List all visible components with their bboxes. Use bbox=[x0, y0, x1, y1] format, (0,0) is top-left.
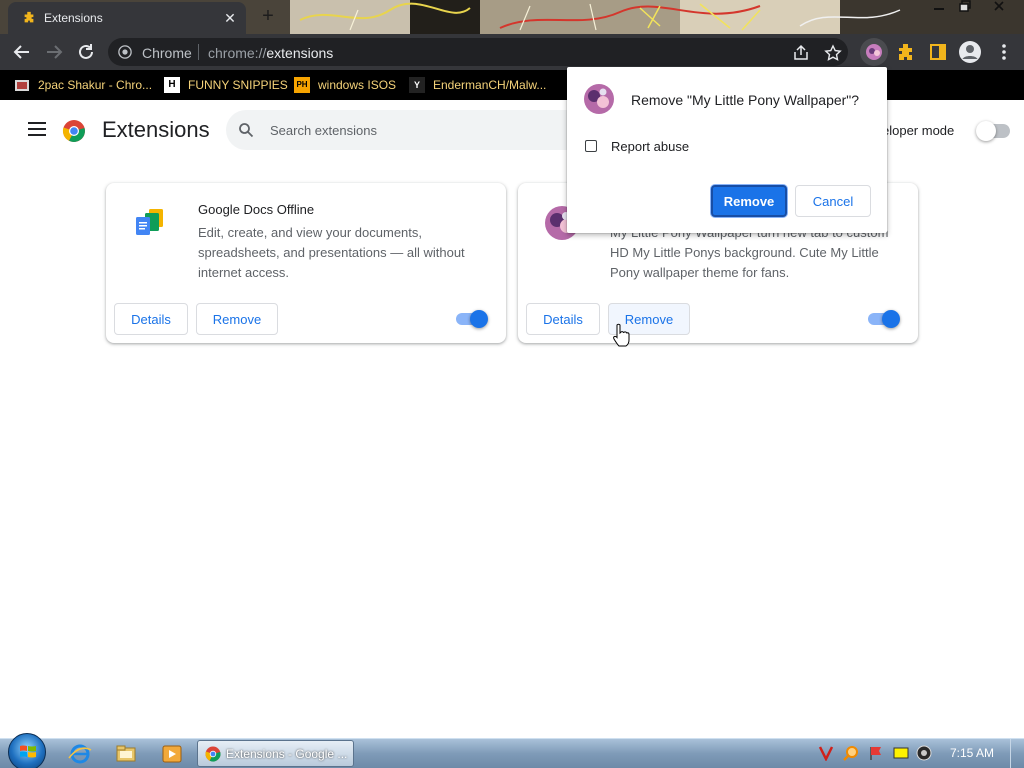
windows-isos-icon: PH bbox=[294, 77, 310, 93]
toggle-knob bbox=[470, 310, 488, 328]
dialog-remove-button[interactable]: Remove bbox=[711, 185, 787, 217]
extension-description: Edit, create, and view your documents, s… bbox=[198, 225, 465, 280]
details-button[interactable]: Details bbox=[526, 303, 600, 335]
bookmark-label: 2pac Shakur - Chro... bbox=[38, 78, 153, 92]
funny-snippies-icon: H bbox=[164, 77, 180, 93]
close-icon bbox=[994, 1, 1004, 11]
internet-explorer-icon[interactable] bbox=[60, 742, 100, 766]
bookmark-label: windows ISOS bbox=[318, 78, 397, 92]
browser-toolbar: Chrome chrome://extensions bbox=[0, 34, 1024, 70]
back-icon[interactable] bbox=[10, 40, 34, 64]
report-abuse-label[interactable]: Report abuse bbox=[611, 139, 689, 154]
my-little-pony-icon bbox=[584, 84, 614, 114]
window-close-button[interactable] bbox=[986, 0, 1012, 18]
minimize-icon bbox=[934, 8, 944, 10]
search-input[interactable] bbox=[270, 120, 570, 140]
2pac-bookmark-icon bbox=[15, 80, 29, 91]
url-path: extensions bbox=[266, 45, 334, 61]
site-label: Chrome bbox=[142, 45, 192, 61]
tab-title: Extensions bbox=[44, 11, 103, 25]
remove-button[interactable]: Remove bbox=[196, 303, 278, 335]
endermanch-icon: Y bbox=[409, 77, 425, 93]
taskbar-window-label: Extensions - Google ... bbox=[226, 747, 348, 761]
pony-extension-button[interactable] bbox=[860, 38, 888, 66]
developer-mode-label: eloper mode bbox=[882, 123, 955, 138]
tab-extensions[interactable]: Extensions ✕ bbox=[8, 2, 246, 34]
puzzle-icon bbox=[24, 11, 34, 23]
extension-name: Google Docs Offline bbox=[198, 202, 315, 217]
bookmark-label: FUNNY SNIPPIES bbox=[188, 78, 288, 92]
search-extensions-box[interactable] bbox=[226, 110, 586, 150]
restore-icon bbox=[959, 0, 971, 12]
reload-icon[interactable] bbox=[74, 40, 98, 64]
message-tray-icon[interactable] bbox=[893, 745, 909, 761]
media-player-icon[interactable] bbox=[152, 742, 192, 766]
new-tab-button[interactable]: + bbox=[256, 6, 280, 28]
pony-extension-icon bbox=[866, 44, 882, 60]
forward-icon[interactable] bbox=[42, 40, 66, 64]
profile-avatar-icon[interactable] bbox=[958, 40, 982, 64]
bookmark-star-icon[interactable] bbox=[824, 44, 842, 62]
flag-tray-icon[interactable] bbox=[868, 745, 884, 761]
chrome-logo-icon bbox=[62, 120, 85, 142]
toggle-knob bbox=[976, 121, 996, 141]
dialog-title: Remove "My Little Pony Wallpaper"? bbox=[631, 92, 860, 108]
url-text: chrome://extensions bbox=[208, 45, 333, 61]
developer-mode-toggle[interactable] bbox=[976, 121, 1010, 141]
windows-logo-icon bbox=[20, 745, 36, 758]
page-title: Extensions bbox=[102, 117, 210, 142]
antivirus-tray-icon[interactable] bbox=[818, 745, 834, 761]
dialog-cancel-button[interactable]: Cancel bbox=[795, 185, 871, 217]
google-docs-offline-icon bbox=[136, 209, 163, 235]
extension-card-google-docs-offline: Google Docs Offline Edit, create, and vi… bbox=[106, 183, 506, 343]
start-button[interactable] bbox=[8, 733, 46, 768]
hamburger-menu-icon[interactable] bbox=[28, 122, 46, 138]
share-icon[interactable] bbox=[792, 44, 810, 62]
toggle-knob bbox=[882, 310, 900, 328]
taskbar-chrome-window[interactable]: Extensions - Google ... bbox=[197, 740, 354, 767]
show-desktop-button[interactable] bbox=[1010, 739, 1024, 768]
more-menu-icon[interactable] bbox=[994, 42, 1014, 62]
chrome-icon bbox=[205, 746, 221, 762]
tab-close-button[interactable]: ✕ bbox=[220, 8, 240, 28]
bookmark-label: EndermanCH/Malw... bbox=[433, 78, 547, 92]
tab-strip: Extensions ✕ + bbox=[0, 0, 1024, 34]
extension-enable-toggle[interactable] bbox=[456, 310, 488, 328]
chrome-site-icon bbox=[118, 45, 132, 59]
report-abuse-checkbox[interactable] bbox=[585, 140, 597, 152]
details-button[interactable]: Details bbox=[114, 303, 188, 335]
side-panel-icon[interactable] bbox=[928, 42, 948, 62]
address-bar[interactable]: Chrome chrome://extensions bbox=[108, 38, 848, 66]
url-prefix: chrome:// bbox=[208, 45, 267, 61]
extension-enable-toggle[interactable] bbox=[868, 310, 900, 328]
extensions-puzzle-icon[interactable] bbox=[896, 42, 916, 62]
hand-cursor-icon bbox=[613, 323, 630, 347]
minimize-button[interactable] bbox=[926, 0, 952, 18]
remove-extension-dialog: Remove "My Little Pony Wallpaper"? Repor… bbox=[567, 67, 887, 233]
file-explorer-icon[interactable] bbox=[106, 742, 146, 766]
windows-taskbar: Extensions - Google ... 7:15 AM bbox=[0, 733, 1024, 768]
maximize-button[interactable] bbox=[952, 0, 978, 18]
omnibox-divider bbox=[198, 44, 199, 60]
search-tray-icon[interactable] bbox=[843, 745, 859, 761]
taskbar-clock[interactable]: 7:15 AM bbox=[950, 746, 994, 760]
search-icon bbox=[239, 123, 254, 138]
volume-tray-icon[interactable] bbox=[916, 745, 932, 761]
